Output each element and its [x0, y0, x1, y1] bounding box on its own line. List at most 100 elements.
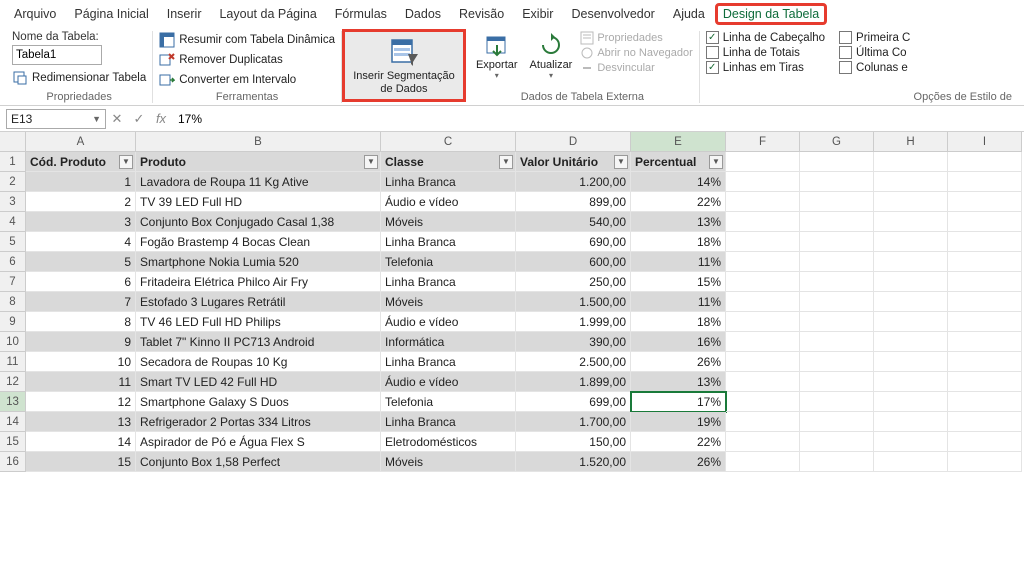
cell[interactable]: 12 — [26, 392, 136, 412]
filter-button[interactable]: ▼ — [614, 155, 628, 169]
cell[interactable] — [874, 172, 948, 192]
cell[interactable]: 150,00 — [516, 432, 631, 452]
cell[interactable]: 2.500,00 — [516, 352, 631, 372]
cell[interactable] — [800, 332, 874, 352]
cell[interactable] — [726, 252, 800, 272]
cell[interactable]: 2 — [26, 192, 136, 212]
cell[interactable]: 22% — [631, 432, 726, 452]
column-header[interactable]: I — [948, 132, 1022, 152]
cell[interactable]: 1 — [26, 172, 136, 192]
menu-item-exibir[interactable]: Exibir — [514, 4, 561, 24]
cell[interactable]: Conjunto Box Conjugado Casal 1,38 — [136, 212, 381, 232]
cell[interactable] — [948, 232, 1022, 252]
cell[interactable]: 26% — [631, 352, 726, 372]
first-col-checkbox[interactable]: Primeira C — [839, 31, 910, 44]
formula-input[interactable] — [172, 109, 1018, 129]
cell[interactable]: Secadora de Roupas 10 Kg — [136, 352, 381, 372]
cell[interactable] — [874, 212, 948, 232]
cell[interactable] — [726, 172, 800, 192]
cell[interactable]: Áudio e vídeo — [381, 192, 516, 212]
cell[interactable] — [948, 372, 1022, 392]
cell[interactable] — [800, 292, 874, 312]
cell[interactable]: 14 — [26, 432, 136, 452]
cell[interactable] — [800, 252, 874, 272]
cell[interactable] — [874, 152, 948, 172]
table-header-cell[interactable]: Valor Unitário▼ — [516, 152, 631, 172]
resize-table-button[interactable]: Redimensionar Tabela — [12, 70, 146, 86]
cell[interactable] — [800, 312, 874, 332]
cell[interactable] — [874, 232, 948, 252]
cell[interactable]: Telefonia — [381, 392, 516, 412]
column-header[interactable]: D — [516, 132, 631, 152]
cell[interactable]: 1.520,00 — [516, 452, 631, 472]
cell[interactable] — [726, 352, 800, 372]
cell[interactable] — [800, 392, 874, 412]
cell[interactable]: 17% — [631, 392, 726, 412]
cell[interactable] — [800, 352, 874, 372]
row-header[interactable]: 2 — [0, 172, 26, 192]
column-header[interactable]: F — [726, 132, 800, 152]
cell[interactable] — [800, 192, 874, 212]
cell[interactable] — [874, 292, 948, 312]
cell[interactable] — [726, 152, 800, 172]
last-col-checkbox[interactable]: Última Co — [839, 46, 910, 59]
cell[interactable]: Áudio e vídeo — [381, 372, 516, 392]
export-button[interactable]: Exportar ▾ — [472, 31, 522, 80]
row-header[interactable]: 15 — [0, 432, 26, 452]
cell[interactable]: 10 — [26, 352, 136, 372]
cell[interactable]: Linha Branca — [381, 172, 516, 192]
cell[interactable] — [874, 392, 948, 412]
row-header[interactable]: 16 — [0, 452, 26, 472]
row-header[interactable]: 10 — [0, 332, 26, 352]
cell[interactable] — [800, 372, 874, 392]
header-row-checkbox[interactable]: Linha de Cabeçalho — [706, 31, 825, 44]
cell[interactable] — [874, 272, 948, 292]
cell[interactable]: 4 — [26, 232, 136, 252]
cell[interactable]: 3 — [26, 212, 136, 232]
cell[interactable] — [800, 232, 874, 252]
cell[interactable]: Móveis — [381, 292, 516, 312]
remove-duplicates-button[interactable]: Remover Duplicatas — [159, 51, 335, 69]
column-header[interactable]: H — [874, 132, 948, 152]
cell[interactable]: 899,00 — [516, 192, 631, 212]
cell[interactable]: 1.200,00 — [516, 172, 631, 192]
cell[interactable] — [948, 312, 1022, 332]
menu-item-layout-da-página[interactable]: Layout da Página — [211, 4, 324, 24]
cell[interactable]: 11% — [631, 252, 726, 272]
cell[interactable]: 8 — [26, 312, 136, 332]
pivot-button[interactable]: Resumir com Tabela Dinâmica — [159, 31, 335, 49]
cell[interactable] — [726, 232, 800, 252]
cell[interactable]: 26% — [631, 452, 726, 472]
cell[interactable] — [948, 192, 1022, 212]
banded-rows-checkbox[interactable]: Linhas em Tiras — [706, 61, 825, 74]
row-header[interactable]: 14 — [0, 412, 26, 432]
cell[interactable]: Linha Branca — [381, 272, 516, 292]
menu-item-design-da-tabela[interactable]: Design da Tabela — [715, 3, 827, 25]
cell[interactable]: 19% — [631, 412, 726, 432]
cell[interactable] — [948, 152, 1022, 172]
cell[interactable] — [800, 272, 874, 292]
cell[interactable]: Estofado 3 Lugares Retrátil — [136, 292, 381, 312]
menu-item-desenvolvedor[interactable]: Desenvolvedor — [563, 4, 662, 24]
insert-slicer-button[interactable]: Inserir Segmentação de Dados — [344, 31, 464, 100]
cell[interactable] — [726, 452, 800, 472]
select-all-corner[interactable] — [0, 132, 26, 152]
cell[interactable]: 5 — [26, 252, 136, 272]
cell[interactable]: Fogão Brastemp 4 Bocas Clean — [136, 232, 381, 252]
cell[interactable] — [874, 432, 948, 452]
cell[interactable]: Smartphone Galaxy S Duos — [136, 392, 381, 412]
cell[interactable] — [874, 252, 948, 272]
cell[interactable] — [726, 272, 800, 292]
menu-item-fórmulas[interactable]: Fórmulas — [327, 4, 395, 24]
cell[interactable] — [874, 192, 948, 212]
cell[interactable] — [948, 172, 1022, 192]
cell[interactable] — [874, 372, 948, 392]
grid[interactable]: Cód. Produto▼Produto▼Classe▼Valor Unitár… — [26, 152, 1022, 472]
menu-item-revisão[interactable]: Revisão — [451, 4, 512, 24]
table-header-cell[interactable]: Classe▼ — [381, 152, 516, 172]
cell[interactable] — [948, 392, 1022, 412]
cell[interactable] — [726, 212, 800, 232]
cell[interactable]: 540,00 — [516, 212, 631, 232]
cell[interactable]: 390,00 — [516, 332, 631, 352]
cell[interactable] — [726, 412, 800, 432]
